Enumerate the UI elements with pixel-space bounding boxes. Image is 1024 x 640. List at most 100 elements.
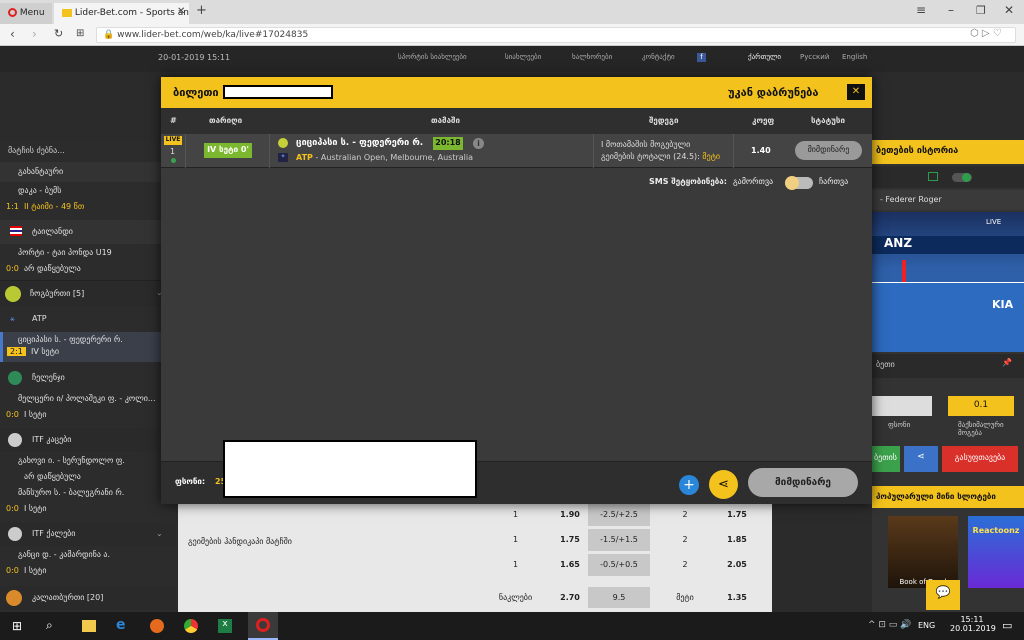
match-row[interactable]: პორტი - ტაი პონდა U19 [0,248,176,257]
match-row[interactable]: მელცერი ი/ პოლაშეკი ფ. - კოლი... [0,394,176,403]
maximize-icon[interactable]: ❐ [976,4,986,17]
match-score: 2:1 [7,347,26,356]
opera-taskbar-button[interactable] [248,612,278,640]
ticket-row: LIVE 1 IV სეტი 0' ციციპასი ს. - ფედერერი… [161,134,872,168]
share-icon[interactable]: ⋖ [904,446,938,472]
nav-sport-news[interactable]: სპორტის სიახლეები [398,53,467,61]
odds-cell[interactable]: მეტი [650,593,720,602]
tab-list-icon[interactable]: ≡ [916,3,926,17]
file-explorer-icon[interactable] [82,620,96,632]
match-row[interactable]: მანსურო ს. - ბალეგრანი რ. [0,488,176,497]
basketball-icon [6,590,22,606]
lang-english[interactable]: English [842,53,867,61]
clear-button[interactable]: გასუფთავება [942,446,1018,472]
odds-cell[interactable]: 2 [650,560,720,569]
odds-rows: 1 1.90 -2.5/+2.5 2 1.75 1 1.75 -1.5/+1.5… [478,504,772,608]
nav-people[interactable]: ხალხორები [572,53,612,61]
browser-tab-active[interactable]: Lider-Bet.com - Sports and [54,3,189,24]
odds-cell[interactable]: 1.35 [720,593,754,602]
input-language[interactable]: ENG [918,621,935,630]
facebook-icon[interactable]: f [697,53,706,62]
edge-icon[interactable]: e [116,617,126,633]
divider [593,134,594,168]
sms-on-label: ჩართვა [819,177,849,186]
new-tab-icon[interactable]: + [196,3,207,18]
bet-history-title[interactable]: ბეთების ისტორია [872,140,1024,164]
windows-start-icon[interactable]: ⊞ [12,619,22,633]
tray-icons[interactable]: ^ ⊡ ▭ 🔊 [868,620,911,630]
sport-row-basketball[interactable]: კალათბურთი [20] [0,586,176,610]
info-icon[interactable]: i [473,138,484,149]
status-button[interactable]: მიმდინარე [748,468,858,497]
pin-icon[interactable]: 📌 [1002,358,1012,367]
odds-cell[interactable]: 2 [650,535,720,544]
add-icon[interactable]: + [679,475,699,495]
col-index: # [170,116,177,125]
odds-cell[interactable]: 2 [650,510,720,519]
match-row[interactable]: განცი დ. - კამარდინა ა. [0,550,176,559]
tab-close-icon[interactable]: ✕ [177,6,185,17]
group-row[interactable]: ⚹ ATP [0,308,176,330]
lock-icon: 🔒 [103,30,115,40]
sponsor-logo: KIA [992,298,1014,311]
match-row-selected[interactable]: ციციპასი ს. - ფედერერი რ. 2:1 IV სეტი [0,332,176,362]
nav-contact[interactable]: კონტაქტი [642,53,675,61]
match-period: IV სეტი [30,347,59,356]
lang-georgian[interactable]: ქართული [748,53,781,61]
chat-icon[interactable]: 💬 [926,580,960,610]
group-label: ATP [32,314,47,323]
bet-button[interactable]: ბეთის [872,446,900,472]
odds-cell[interactable]: 1 [478,535,553,544]
back-icon[interactable]: ‹ [10,27,15,41]
minimize-icon[interactable]: – [948,3,954,17]
close-icon[interactable]: ✕ [847,84,865,100]
forward-icon[interactable]: › [32,27,37,41]
firefox-icon[interactable] [150,619,164,633]
odds-cell[interactable]: 1.75 [553,535,587,544]
odds-cell[interactable]: 2.70 [553,593,587,602]
match-row[interactable]: გახოვი ი. - სერუნდოლო ფ. [0,456,176,465]
reload-icon[interactable]: ↻ [54,27,63,40]
odds-cell[interactable]: 1 [478,510,553,519]
odds-cell[interactable]: 2.05 [720,560,754,569]
opera-menu-button[interactable]: Menu [0,3,52,24]
match-score: 0:0 [6,410,19,419]
sport-row-tennis[interactable]: ჩოგბურთი [5] ⌄ [0,280,176,306]
group-row[interactable]: ტაილანდი [0,220,176,244]
url-input[interactable]: 🔒 www.lider-bet.com/web/ka/live#17024835 [96,27,1016,43]
monitor-icon[interactable] [928,172,938,181]
nav-news[interactable]: სიახლეები [505,53,541,61]
group-row[interactable]: ITF კაცები [0,428,176,452]
pick-value: მეტი [702,152,721,161]
extensions-icon[interactable]: ⬡ ▷ ♡ [970,28,1002,39]
max-win-field[interactable]: 0.1 [948,396,1014,416]
clock[interactable]: 15:11 20.01.2019 [950,615,996,633]
odds-cell[interactable]: 1.75 [720,510,754,519]
group-row[interactable]: ჩელენჯი [0,366,176,390]
slot-reactoonz[interactable]: Reactoonz [968,516,1024,588]
odds-cell[interactable]: 1 [478,560,553,569]
excel-icon[interactable]: x [218,619,232,633]
window-close-icon[interactable]: ✕ [1004,3,1014,17]
notifications-icon[interactable]: ▭ [1002,619,1012,632]
match-search-label[interactable]: მატჩის ძებნა... [8,146,176,155]
match-period: არ დაწყებულა [24,472,81,481]
match-row[interactable]: დაკა - ბუმს [0,186,176,195]
stake-input[interactable] [872,396,932,416]
group-row[interactable]: ITF ქალები ⌄ [0,522,176,546]
odds-cell[interactable]: 1.90 [553,510,587,519]
lang-russian[interactable]: Русский [800,53,829,61]
odds-cell[interactable]: 1.65 [553,560,587,569]
search-icon[interactable]: ⌕ [46,618,53,633]
odds-cell[interactable]: 1.85 [720,535,754,544]
slot-book-of-dead[interactable]: Book of Dead [888,516,958,588]
odds-cell[interactable]: ნაკლები [478,593,553,602]
chrome-icon[interactable] [184,619,198,633]
group-row[interactable]: გახანტაური [0,162,176,182]
address-bar: ‹ › ↻ ⊞ 🔒 www.lider-bet.com/web/ka/live#… [0,24,1024,46]
atp-logo-icon: ⚹ [10,314,15,323]
live-stream-video[interactable]: LIVE ANZ KIA [872,212,1024,352]
back-link[interactable]: უკან დაბრუნება [728,86,818,99]
share-icon[interactable]: ⋖ [709,470,738,499]
speed-dial-icon[interactable]: ⊞ [76,28,84,39]
